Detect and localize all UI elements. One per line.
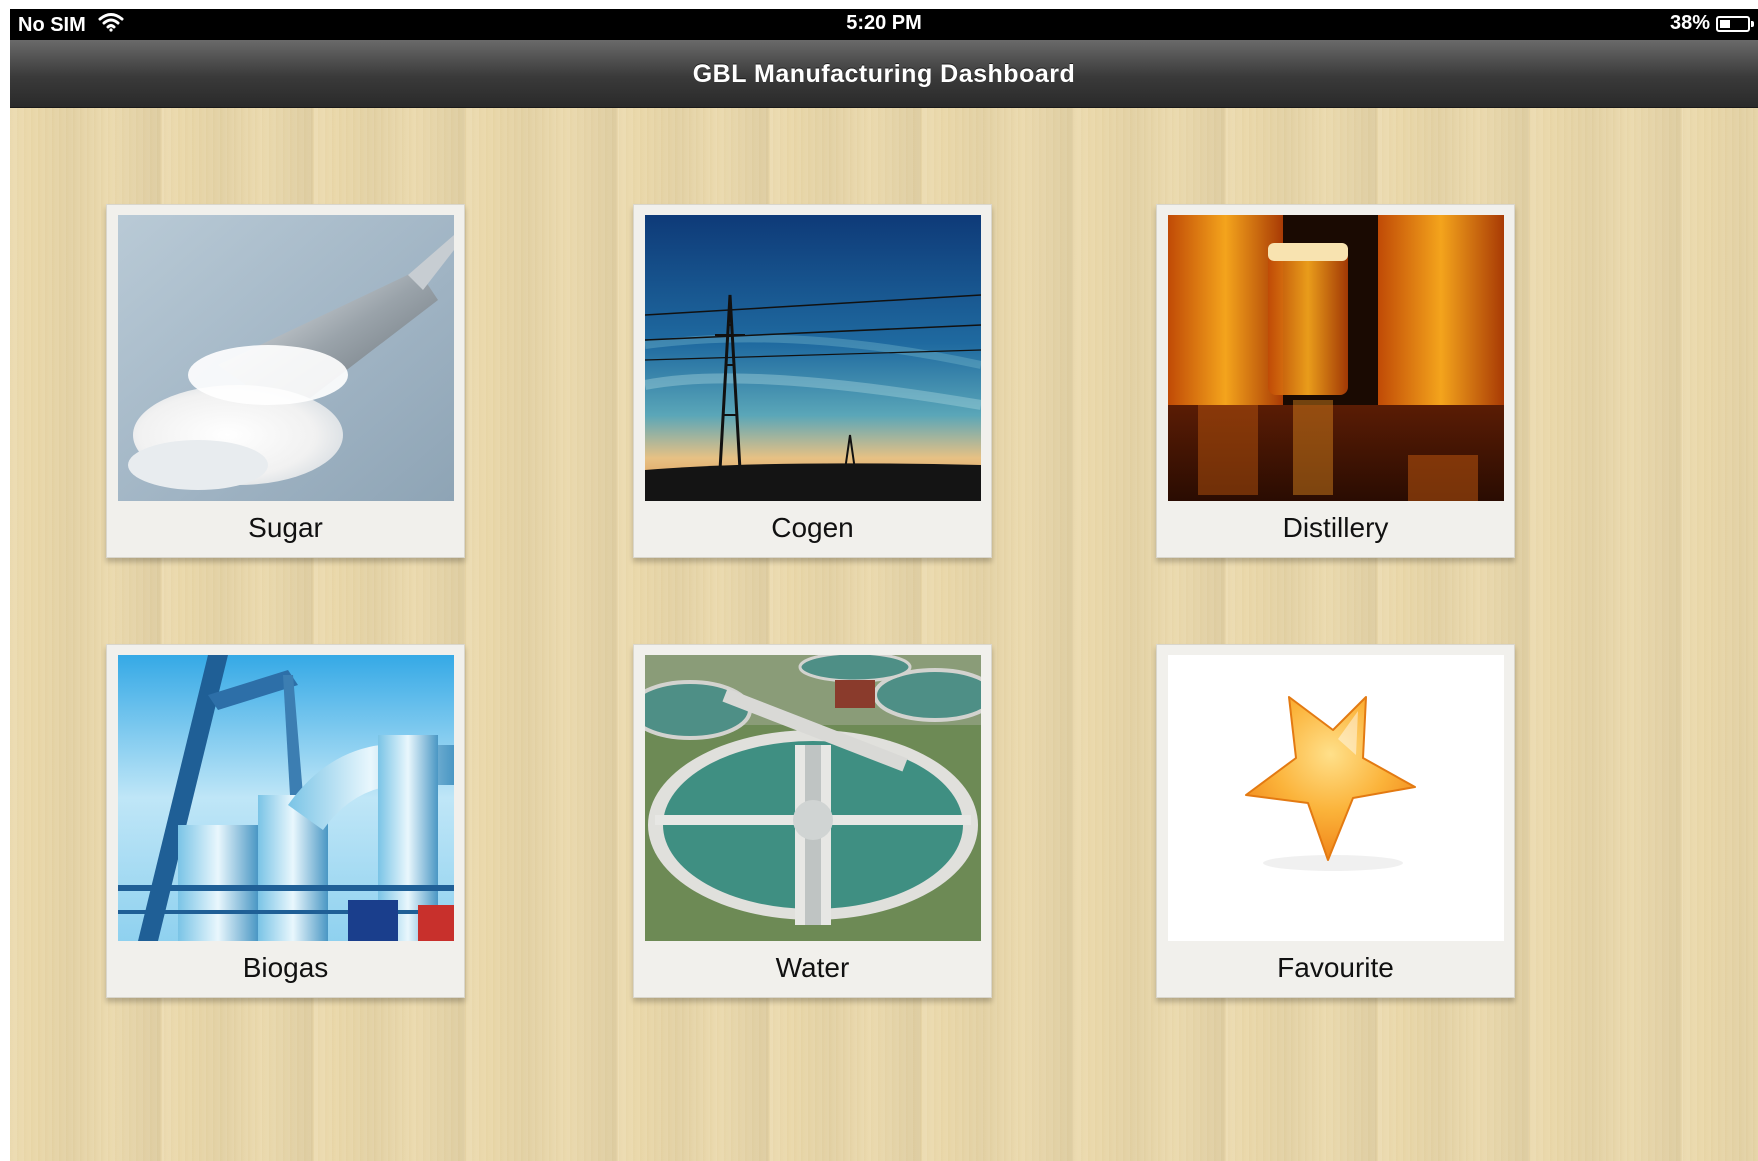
battery-icon (1716, 15, 1754, 32)
navigation-bar: GBL Manufacturing Dashboard (10, 40, 1758, 108)
tile-label: Distillery (1282, 512, 1389, 543)
industrial-pipes-image (118, 655, 454, 941)
tile-label: Biogas (242, 952, 329, 983)
battery-percent: 38% (1669, 12, 1710, 34)
status-time: 5:20 PM (846, 12, 922, 34)
status-bar: No SIM 5:20 PM 38% (10, 9, 1758, 40)
status-right: 38% (1669, 12, 1754, 35)
tile-label: Sugar (248, 512, 323, 543)
tile-label: Favourite (1277, 952, 1394, 983)
battery-level-fill (1720, 19, 1730, 28)
tile-label: Water (775, 952, 850, 983)
beer-glasses-image (1168, 215, 1504, 501)
tile-label: Cogen (771, 512, 854, 543)
sugar-scoop-image (118, 215, 454, 501)
power-lines-sunset-image (645, 215, 981, 501)
page-title: GBL Manufacturing Dashboard (692, 60, 1076, 88)
star-icon (1168, 655, 1504, 941)
tile-biogas[interactable]: Biogas (106, 644, 465, 998)
tile-cogen[interactable]: Cogen (633, 204, 992, 558)
tile-favourite[interactable]: Favourite (1156, 644, 1515, 998)
tile-sugar[interactable]: Sugar (106, 204, 465, 558)
tile-distillery[interactable]: Distillery (1156, 204, 1515, 558)
ipad-screen: No SIM 5:20 PM 38% GBL Manufacturing Das… (10, 9, 1758, 1161)
tile-water[interactable]: Water (633, 644, 992, 998)
water-treatment-plant-image (645, 655, 981, 941)
